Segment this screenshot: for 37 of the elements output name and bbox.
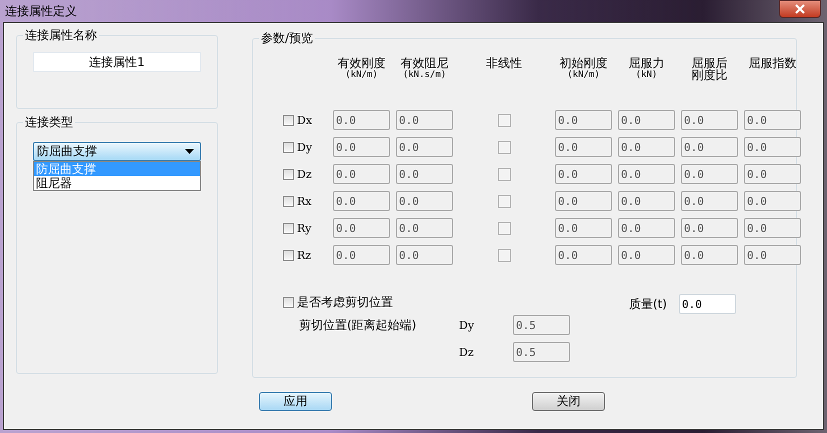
mass-label: 质量(t) — [628, 296, 667, 312]
type-dropdown[interactable]: 防屈曲支撑 — [33, 142, 201, 161]
column-header: (kN/m) — [567, 69, 600, 81]
dialog-button[interactable]: 关闭 — [532, 392, 605, 411]
group-label: 连接属性名称 — [23, 28, 99, 42]
column-header: (kN.s/m) — [402, 69, 446, 81]
group-label: 参数/预览 — [259, 31, 316, 45]
axis-label: Dy — [459, 318, 476, 332]
axis-label: Dz — [297, 168, 312, 180]
axis-label: Rx — [297, 194, 312, 208]
column-header: 有效刚度 — [338, 57, 386, 69]
dialog-button[interactable]: 应用 — [259, 392, 332, 411]
column-header: 屈服后 — [692, 57, 728, 69]
checkbox[interactable] — [283, 297, 294, 308]
close-button[interactable] — [779, 0, 821, 18]
dropdown-option[interactable]: 阻尼器 — [34, 176, 200, 190]
column-header: 刚度比 — [692, 69, 728, 81]
column-header: 非线性 — [486, 57, 522, 69]
axis-label: Dx — [297, 114, 312, 126]
group-label: 连接类型 — [23, 115, 75, 129]
column-header: 屈服力 — [628, 57, 664, 69]
axis-label: Dy — [297, 140, 312, 154]
name-field[interactable]: 连接属性1 — [33, 52, 201, 72]
position-label: 剪切位置(距离起始端) — [299, 317, 418, 334]
column-header: 初始刚度 — [560, 57, 608, 69]
axis-label: Dz — [459, 346, 475, 358]
column-header: 有效阻尼 — [400, 57, 448, 69]
close-icon — [794, 4, 806, 14]
axis-label: Ry — [297, 222, 312, 234]
axis-label: Rz — [297, 248, 312, 262]
caret-icon — [185, 149, 194, 154]
column-header: 屈服指数 — [748, 57, 796, 69]
column-header: (kN/m) — [345, 69, 378, 81]
window-title: 连接属性定义 — [4, 2, 77, 20]
mass-field[interactable]: 0.0 — [679, 294, 736, 314]
column-header: (kN) — [636, 69, 658, 81]
checkbox-label: 是否考虑剪切位置 — [297, 294, 393, 311]
